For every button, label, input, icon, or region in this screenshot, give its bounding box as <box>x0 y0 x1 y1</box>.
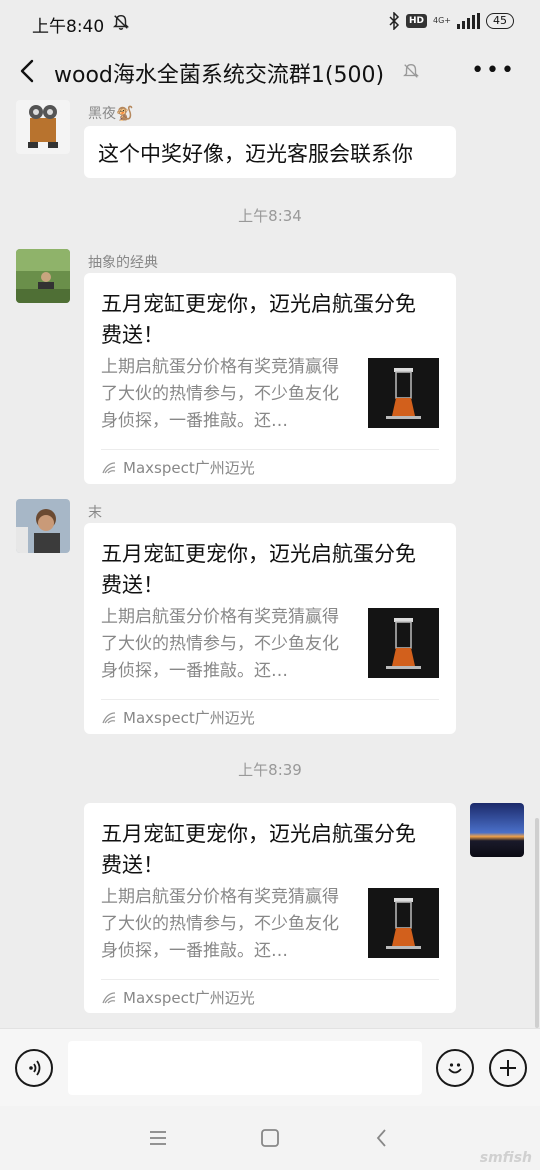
sender-name: 抽象的经典 <box>88 255 158 271</box>
chat-header: wood海水全菌系统交流群1(500) ••• <box>0 46 540 98</box>
link-card-message[interactable]: 五月宠缸更宠你，迈光启航蛋分免费送！ 上期启航蛋分价格有奖竞猜赢得了大伙的热情参… <box>84 523 456 734</box>
voice-input-button[interactable] <box>15 1049 53 1087</box>
mini-program-icon <box>102 991 116 1003</box>
card-source: Maxspect广州迈光 <box>101 457 255 478</box>
card-divider <box>101 699 439 700</box>
card-description: 上期启航蛋分价格有奖竞猜赢得了大伙的热情参与，不少鱼友化身侦探，一番推敲。还… <box>101 607 339 681</box>
card-divider <box>101 449 439 450</box>
mute-bell-icon <box>403 64 419 78</box>
avatar-heiye[interactable] <box>16 100 70 154</box>
watermark: smfish <box>479 1150 532 1166</box>
system-nav-bar: smfish <box>0 1106 540 1170</box>
card-divider <box>101 979 439 980</box>
avatar-self[interactable] <box>470 803 524 857</box>
text-message[interactable]: 这个中奖好像，迈光客服会联系你 <box>84 126 456 178</box>
source-name: Maxspect广州迈光 <box>123 459 255 477</box>
notification-muted-icon <box>112 14 130 30</box>
smiley-icon <box>448 1063 462 1074</box>
card-description: 上期启航蛋分价格有奖竞猜赢得了大伙的热情参与，不少鱼友化身侦探，一番推敲。还… <box>101 357 339 431</box>
sender-name: 末 <box>88 505 102 521</box>
back-arrow-icon[interactable] <box>16 58 40 84</box>
timestamp: 上午8:39 <box>238 761 302 779</box>
source-name: Maxspect广州迈光 <box>123 989 255 1007</box>
card-thumbnail <box>368 358 439 428</box>
chat-title: wood海水全菌系统交流群1(500) <box>54 63 385 88</box>
mini-program-icon <box>102 711 116 723</box>
status-time: 上午8:40 <box>32 17 105 37</box>
link-card-message[interactable]: 五月宠缸更宠你，迈光启航蛋分免费送！ 上期启航蛋分价格有奖竞猜赢得了大伙的热情参… <box>84 273 456 484</box>
plus-icon <box>500 1060 516 1076</box>
card-title: 五月宠缸更宠你，迈光启航蛋分免费送！ <box>101 822 416 877</box>
message-input[interactable] <box>68 1041 422 1095</box>
card-thumbnail <box>368 888 439 958</box>
voice-icon <box>29 1060 41 1076</box>
source-name: Maxspect广州迈光 <box>123 709 255 727</box>
card-description: 上期启航蛋分价格有奖竞猜赢得了大伙的热情参与，不少鱼友化身侦探，一番推敲。还… <box>101 887 339 961</box>
status-bar: 上午8:40 HD 4G+ 45 <box>0 0 540 46</box>
battery-indicator: 45 <box>486 13 514 29</box>
mini-program-icon <box>102 461 116 473</box>
card-source: Maxspect广州迈光 <box>101 987 255 1008</box>
card-title: 五月宠缸更宠你，迈光启航蛋分免费送！ <box>101 542 416 597</box>
card-source: Maxspect广州迈光 <box>101 707 255 728</box>
link-card-message[interactable]: 五月宠缸更宠你，迈光启航蛋分免费送！ 上期启航蛋分价格有奖竞猜赢得了大伙的热情参… <box>84 803 456 1013</box>
message-text: 这个中奖好像，迈光客服会联系你 <box>98 142 413 166</box>
network-type: 4G+ <box>433 16 451 25</box>
back-icon[interactable] <box>370 1126 394 1150</box>
avatar-chouxiang[interactable] <box>16 249 70 303</box>
emoji-button[interactable] <box>436 1049 474 1087</box>
timestamp: 上午8:34 <box>238 207 302 225</box>
message-list[interactable]: 黑夜🐒 这个中奖好像，迈光客服会联系你 上午8:34 抽象的经典 五月宠缸更宠你… <box>0 98 540 1028</box>
scrollbar[interactable] <box>535 818 539 1028</box>
signal-icon <box>457 13 480 29</box>
hd-badge: HD <box>405 14 427 28</box>
home-icon[interactable] <box>258 1126 282 1150</box>
input-bar <box>0 1028 540 1107</box>
more-functions-button[interactable] <box>489 1049 527 1087</box>
card-title: 五月宠缸更宠你，迈光启航蛋分免费送！ <box>101 292 416 347</box>
bluetooth-icon <box>389 12 400 30</box>
sender-name: 黑夜🐒 <box>88 106 134 122</box>
avatar-mo[interactable] <box>16 499 70 553</box>
menu-icon[interactable] <box>146 1126 170 1150</box>
more-options-button[interactable]: ••• <box>471 58 516 83</box>
card-thumbnail <box>368 608 439 678</box>
